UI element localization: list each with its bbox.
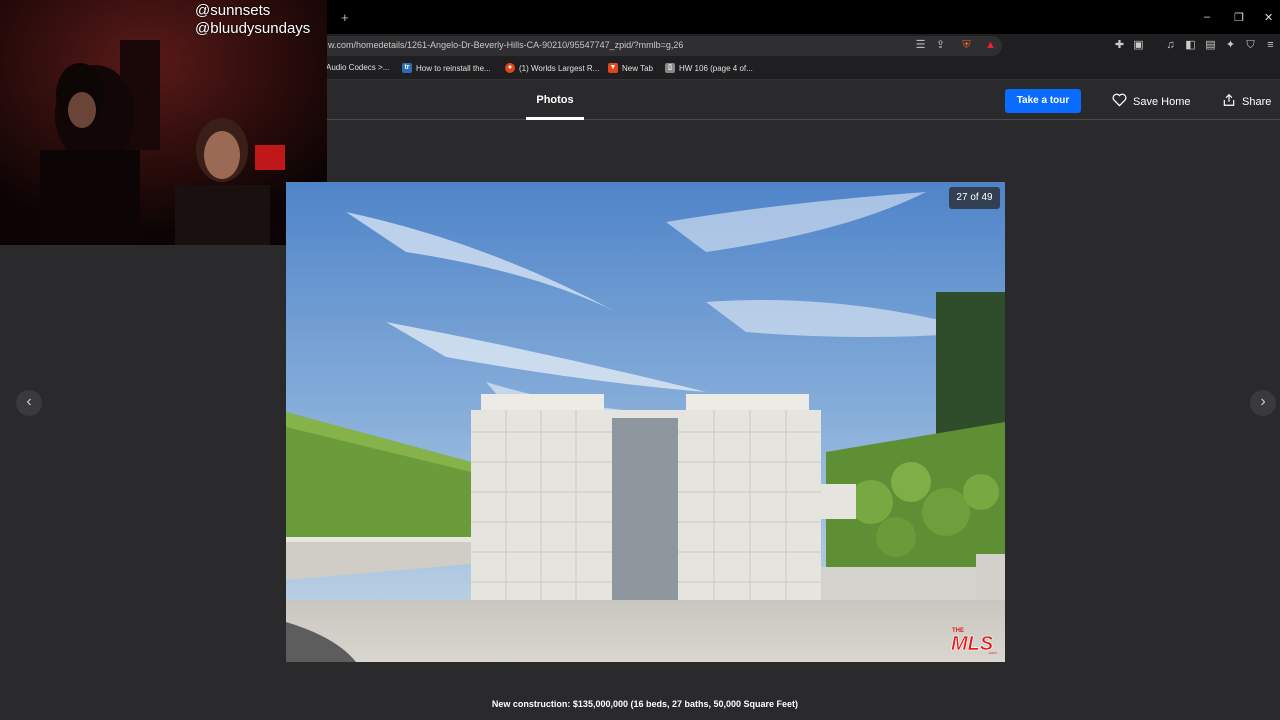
- vpn-icon[interactable]: ⛉: [1244, 39, 1257, 52]
- stream-handles: @sunnsets @bluudysundays: [195, 2, 310, 38]
- chevron-right-icon: ›: [1260, 393, 1266, 410]
- mls-logo-icon: THE MLS .com: [950, 622, 1002, 656]
- leo-icon[interactable]: ✦: [1224, 39, 1237, 52]
- extensions-icon[interactable]: ✚: [1113, 39, 1126, 52]
- handle-text: @sunnsets: [195, 2, 271, 19]
- bookmark-label: (1) Worlds Largest R...: [519, 63, 600, 73]
- sidebar-icon[interactable]: ◧: [1184, 39, 1197, 52]
- media-icon[interactable]: ♫: [1164, 39, 1177, 52]
- screenshot-icon[interactable]: ▣: [1132, 39, 1145, 52]
- bookmark-item[interactable]: ▯ HW 106 (page 4 of...: [665, 63, 753, 73]
- bookmark-item[interactable]: Audio Codecs >...: [326, 63, 389, 72]
- wallet-icon[interactable]: ▤: [1204, 39, 1217, 52]
- heart-icon: [1112, 93, 1127, 110]
- bookmark-label: New Tab: [622, 63, 653, 73]
- house-facade-image: [286, 182, 1005, 662]
- bookmark-item[interactable]: tr How to reinstall the...: [402, 63, 491, 73]
- share-page-icon[interactable]: ⇪: [934, 39, 947, 52]
- new-tab-button[interactable]: +: [341, 10, 349, 25]
- photo-counter-badge: 27 of 49: [949, 187, 1000, 209]
- document-icon: ▯: [665, 63, 675, 73]
- handle-text: @bluudysundays: [195, 20, 311, 37]
- share-icon: [1222, 93, 1236, 110]
- photo-caption: New construction: $135,000,000 (16 beds,…: [491, 699, 799, 709]
- save-home-button[interactable]: Save Home: [1112, 93, 1190, 110]
- bookmark-label: HW 106 (page 4 of...: [679, 63, 753, 73]
- take-tour-button[interactable]: Take a tour: [1005, 89, 1081, 113]
- address-bar[interactable]: w.com/homedetails/1261-Angelo-Dr-Beverly…: [318, 36, 1002, 56]
- reader-icon[interactable]: ☰: [914, 39, 927, 52]
- brave-shield-icon[interactable]: ⛨: [960, 39, 973, 52]
- listing-photo: [286, 182, 1005, 662]
- svg-text:.com: .com: [988, 650, 997, 655]
- share-label: Share: [1242, 95, 1272, 108]
- restore-icon[interactable]: ❐: [1234, 11, 1244, 24]
- next-photo-button[interactable]: ›: [1250, 390, 1276, 416]
- webcam-overlay: @sunnsets @bluudysundays: [0, 0, 327, 245]
- bookmark-label: Audio Codecs >...: [326, 63, 390, 72]
- save-home-label: Save Home: [1133, 95, 1191, 108]
- share-button[interactable]: Share: [1222, 93, 1271, 110]
- menu-icon[interactable]: ≡: [1264, 39, 1277, 52]
- previous-photo-button[interactable]: ‹: [16, 390, 42, 416]
- bookmark-item[interactable]: ● (1) Worlds Largest R...: [505, 63, 599, 73]
- chevron-left-icon: ‹: [26, 393, 32, 410]
- tab-photos[interactable]: Photos: [526, 81, 584, 120]
- close-window-icon[interactable]: ✕: [1264, 11, 1273, 24]
- url-text[interactable]: w.com/homedetails/1261-Angelo-Dr-Beverly…: [328, 40, 683, 50]
- bookmark-label: How to reinstall the...: [416, 63, 491, 73]
- brave-icon: ▼: [608, 63, 618, 73]
- reddit-icon: ●: [505, 63, 515, 73]
- bookmark-item[interactable]: ▼ New Tab: [608, 63, 653, 73]
- screen: + – ❐ ✕ w.com/homedetails/1261-Angelo-Dr…: [0, 0, 1280, 720]
- rewards-icon[interactable]: ▲: [984, 39, 997, 52]
- bookmark-favicon-icon: tr: [402, 63, 412, 73]
- minimize-icon[interactable]: –: [1204, 11, 1210, 23]
